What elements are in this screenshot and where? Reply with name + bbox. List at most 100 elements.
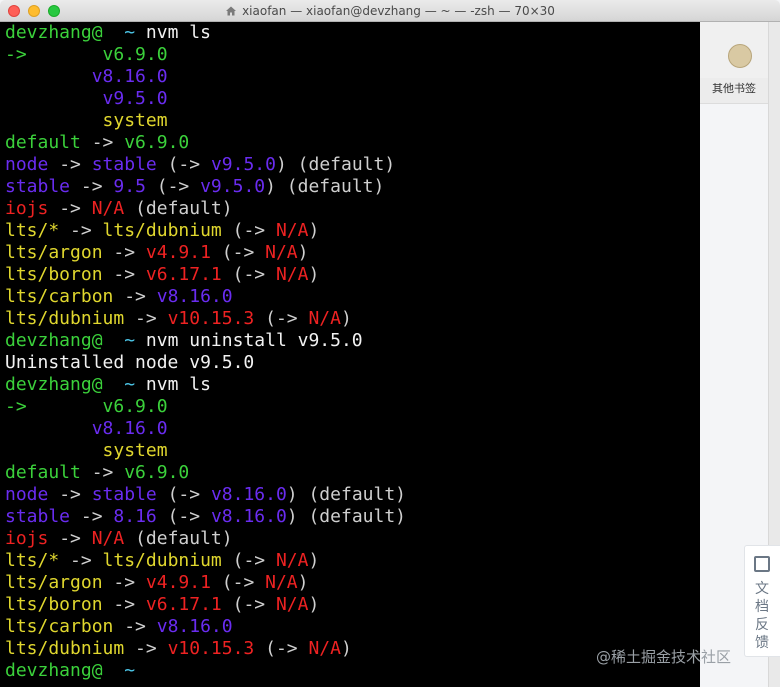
terminal-text-segment: v4.9.1	[145, 572, 211, 593]
terminal-text-segment: (->	[254, 638, 309, 659]
terminal-text-segment: nvm uninstall v9.5.0	[145, 330, 363, 351]
terminal-line: lts/boron -> v6.17.1 (-> N/A)	[5, 594, 406, 616]
terminal-text-segment: (->	[156, 484, 211, 505]
terminal-text-segment: v10.15.3	[167, 638, 255, 659]
terminal-text-segment: stable	[91, 154, 157, 175]
terminal-text-segment: stable	[91, 484, 157, 505]
terminal-text-segment: system	[5, 110, 168, 131]
terminal-line: default -> v6.9.0	[5, 132, 406, 154]
terminal-text-segment: devzhang@	[5, 22, 103, 43]
terminal-text-segment: v9.5.0	[5, 88, 168, 109]
terminal-text-segment: (->	[221, 220, 276, 241]
terminal-line: stable -> 9.5 (-> v9.5.0) (default)	[5, 176, 406, 198]
terminal-text-segment: 9.5	[113, 176, 146, 197]
terminal-text-segment: ->	[59, 220, 103, 241]
terminal-text-segment: ) (default)	[286, 506, 407, 527]
terminal-text-segment: v8.16.0	[210, 506, 287, 527]
terminal-text-segment: v4.9.1	[145, 242, 211, 263]
terminal-line: lts/carbon -> v8.16.0	[5, 286, 406, 308]
terminal-text-segment: stable	[5, 176, 71, 197]
terminal-line: system	[5, 110, 406, 132]
terminal-text-segment: ->	[113, 616, 157, 637]
terminal-text-segment: v8.16.0	[5, 66, 168, 87]
terminal-text-segment: N/A	[275, 550, 309, 571]
terminal-text-segment: lts/argon	[5, 572, 103, 593]
terminal-text-segment: ~	[102, 660, 146, 681]
terminal-text-segment: ) (default)	[265, 176, 385, 197]
terminal-output: devzhang@ ~ nvm ls -> v6.9.0 v8.16.0 v9.5…	[5, 22, 406, 682]
terminal-text-segment: default	[5, 462, 81, 483]
terminal-line: v9.5.0	[5, 88, 406, 110]
terminal-text-segment: N/A	[275, 264, 309, 285]
terminal-text-segment: v9.5.0	[210, 154, 276, 175]
terminal-text-segment: ->	[102, 264, 146, 285]
terminal-text-segment: )	[308, 594, 320, 615]
terminal-line: lts/dubnium -> v10.15.3 (-> N/A)	[5, 308, 406, 330]
window-titlebar[interactable]: xiaofan — xiaofan@devzhang — ~ — -zsh — …	[0, 0, 780, 22]
terminal-text-segment: )	[297, 242, 309, 263]
terminal-text-segment: v6.9.0	[26, 396, 168, 417]
terminal-text-segment: (default)	[124, 528, 233, 549]
terminal-line: iojs -> N/A (default)	[5, 528, 406, 550]
terminal-text-segment: ) (default)	[275, 154, 396, 175]
terminal-line: default -> v6.9.0	[5, 462, 406, 484]
terminal-text-segment: node	[5, 484, 49, 505]
terminal-text-segment: (->	[145, 176, 201, 197]
terminal-text-segment: N/A	[275, 220, 309, 241]
terminal-text-segment: lts/dubnium	[102, 550, 222, 571]
terminal-text-segment: v6.17.1	[145, 264, 222, 285]
terminal-text-segment: (->	[221, 594, 276, 615]
terminal-text-segment: )	[308, 220, 320, 241]
terminal-text-segment: lts/carbon	[5, 286, 114, 307]
terminal-text-segment: default	[5, 132, 81, 153]
terminal-line: lts/* -> lts/dubnium (-> N/A)	[5, 550, 406, 572]
terminal-line: lts/carbon -> v8.16.0	[5, 616, 406, 638]
terminal-text-segment: ~	[102, 330, 146, 351]
terminal-text-segment: ->	[5, 44, 27, 65]
terminal-text-segment: v6.17.1	[145, 594, 222, 615]
terminal-text-segment: N/A	[91, 528, 125, 549]
terminal-text-segment: )	[340, 638, 352, 659]
terminal-line: iojs -> N/A (default)	[5, 198, 406, 220]
terminal-text-segment: v8.16.0	[210, 484, 287, 505]
terminal-text-segment: ->	[48, 528, 92, 549]
terminal-text-segment: (->	[156, 506, 211, 527]
terminal-text-segment: nvm ls	[145, 22, 211, 43]
terminal-text-segment: 8.16	[113, 506, 157, 527]
terminal-text-segment: v8.16.0	[5, 418, 168, 439]
terminal-text-segment: v10.15.3	[167, 308, 255, 329]
terminal-text-segment: N/A	[265, 242, 298, 263]
terminal-line: v8.16.0	[5, 418, 406, 440]
terminal-line: node -> stable (-> v9.5.0) (default)	[5, 154, 406, 176]
terminal-screen[interactable]: devzhang@ ~ nvm ls -> v6.9.0 v8.16.0 v9.5…	[0, 22, 700, 687]
terminal-text-segment: v8.16.0	[156, 286, 233, 307]
terminal-text-segment: devzhang@	[5, 660, 103, 681]
terminal-text-segment: stable	[5, 506, 71, 527]
terminal-text-segment: v6.9.0	[124, 132, 190, 153]
terminal-text-segment: lts/dubnium	[5, 638, 125, 659]
terminal-text-segment: v6.9.0	[124, 462, 190, 483]
terminal-text-segment: iojs	[5, 528, 49, 549]
terminal-text-segment: v9.5.0	[200, 176, 266, 197]
terminal-line: lts/argon -> v4.9.1 (-> N/A)	[5, 242, 406, 264]
terminal-text-segment: v8.16.0	[156, 616, 233, 637]
terminal-text-segment: lts/dubnium	[5, 308, 125, 329]
terminal-text-segment: (->	[221, 550, 276, 571]
terminal-text-segment: )	[297, 572, 309, 593]
window-title-group: xiaofan — xiaofan@devzhang — ~ — -zsh — …	[0, 0, 780, 22]
terminal-text-segment: ~	[102, 374, 146, 395]
terminal-line: devzhang@ ~ nvm ls	[5, 22, 406, 44]
home-folder-icon	[226, 6, 237, 16]
terminal-text-segment: ->	[80, 132, 125, 153]
watermark: @稀土掘金技术社区	[596, 648, 732, 666]
terminal-text-segment: lts/dubnium	[102, 220, 222, 241]
terminal-text-segment: N/A	[308, 308, 341, 329]
terminal-text-segment: (->	[254, 308, 309, 329]
terminal-text-segment: ->	[70, 176, 114, 197]
terminal-text-segment: ->	[59, 550, 103, 571]
terminal-text-segment: iojs	[5, 198, 49, 219]
terminal-line: node -> stable (-> v8.16.0) (default)	[5, 484, 406, 506]
terminal-text-segment: system	[5, 440, 168, 461]
terminal-text-segment: v6.9.0	[26, 44, 168, 65]
terminal-text-segment: lts/boron	[5, 594, 103, 615]
